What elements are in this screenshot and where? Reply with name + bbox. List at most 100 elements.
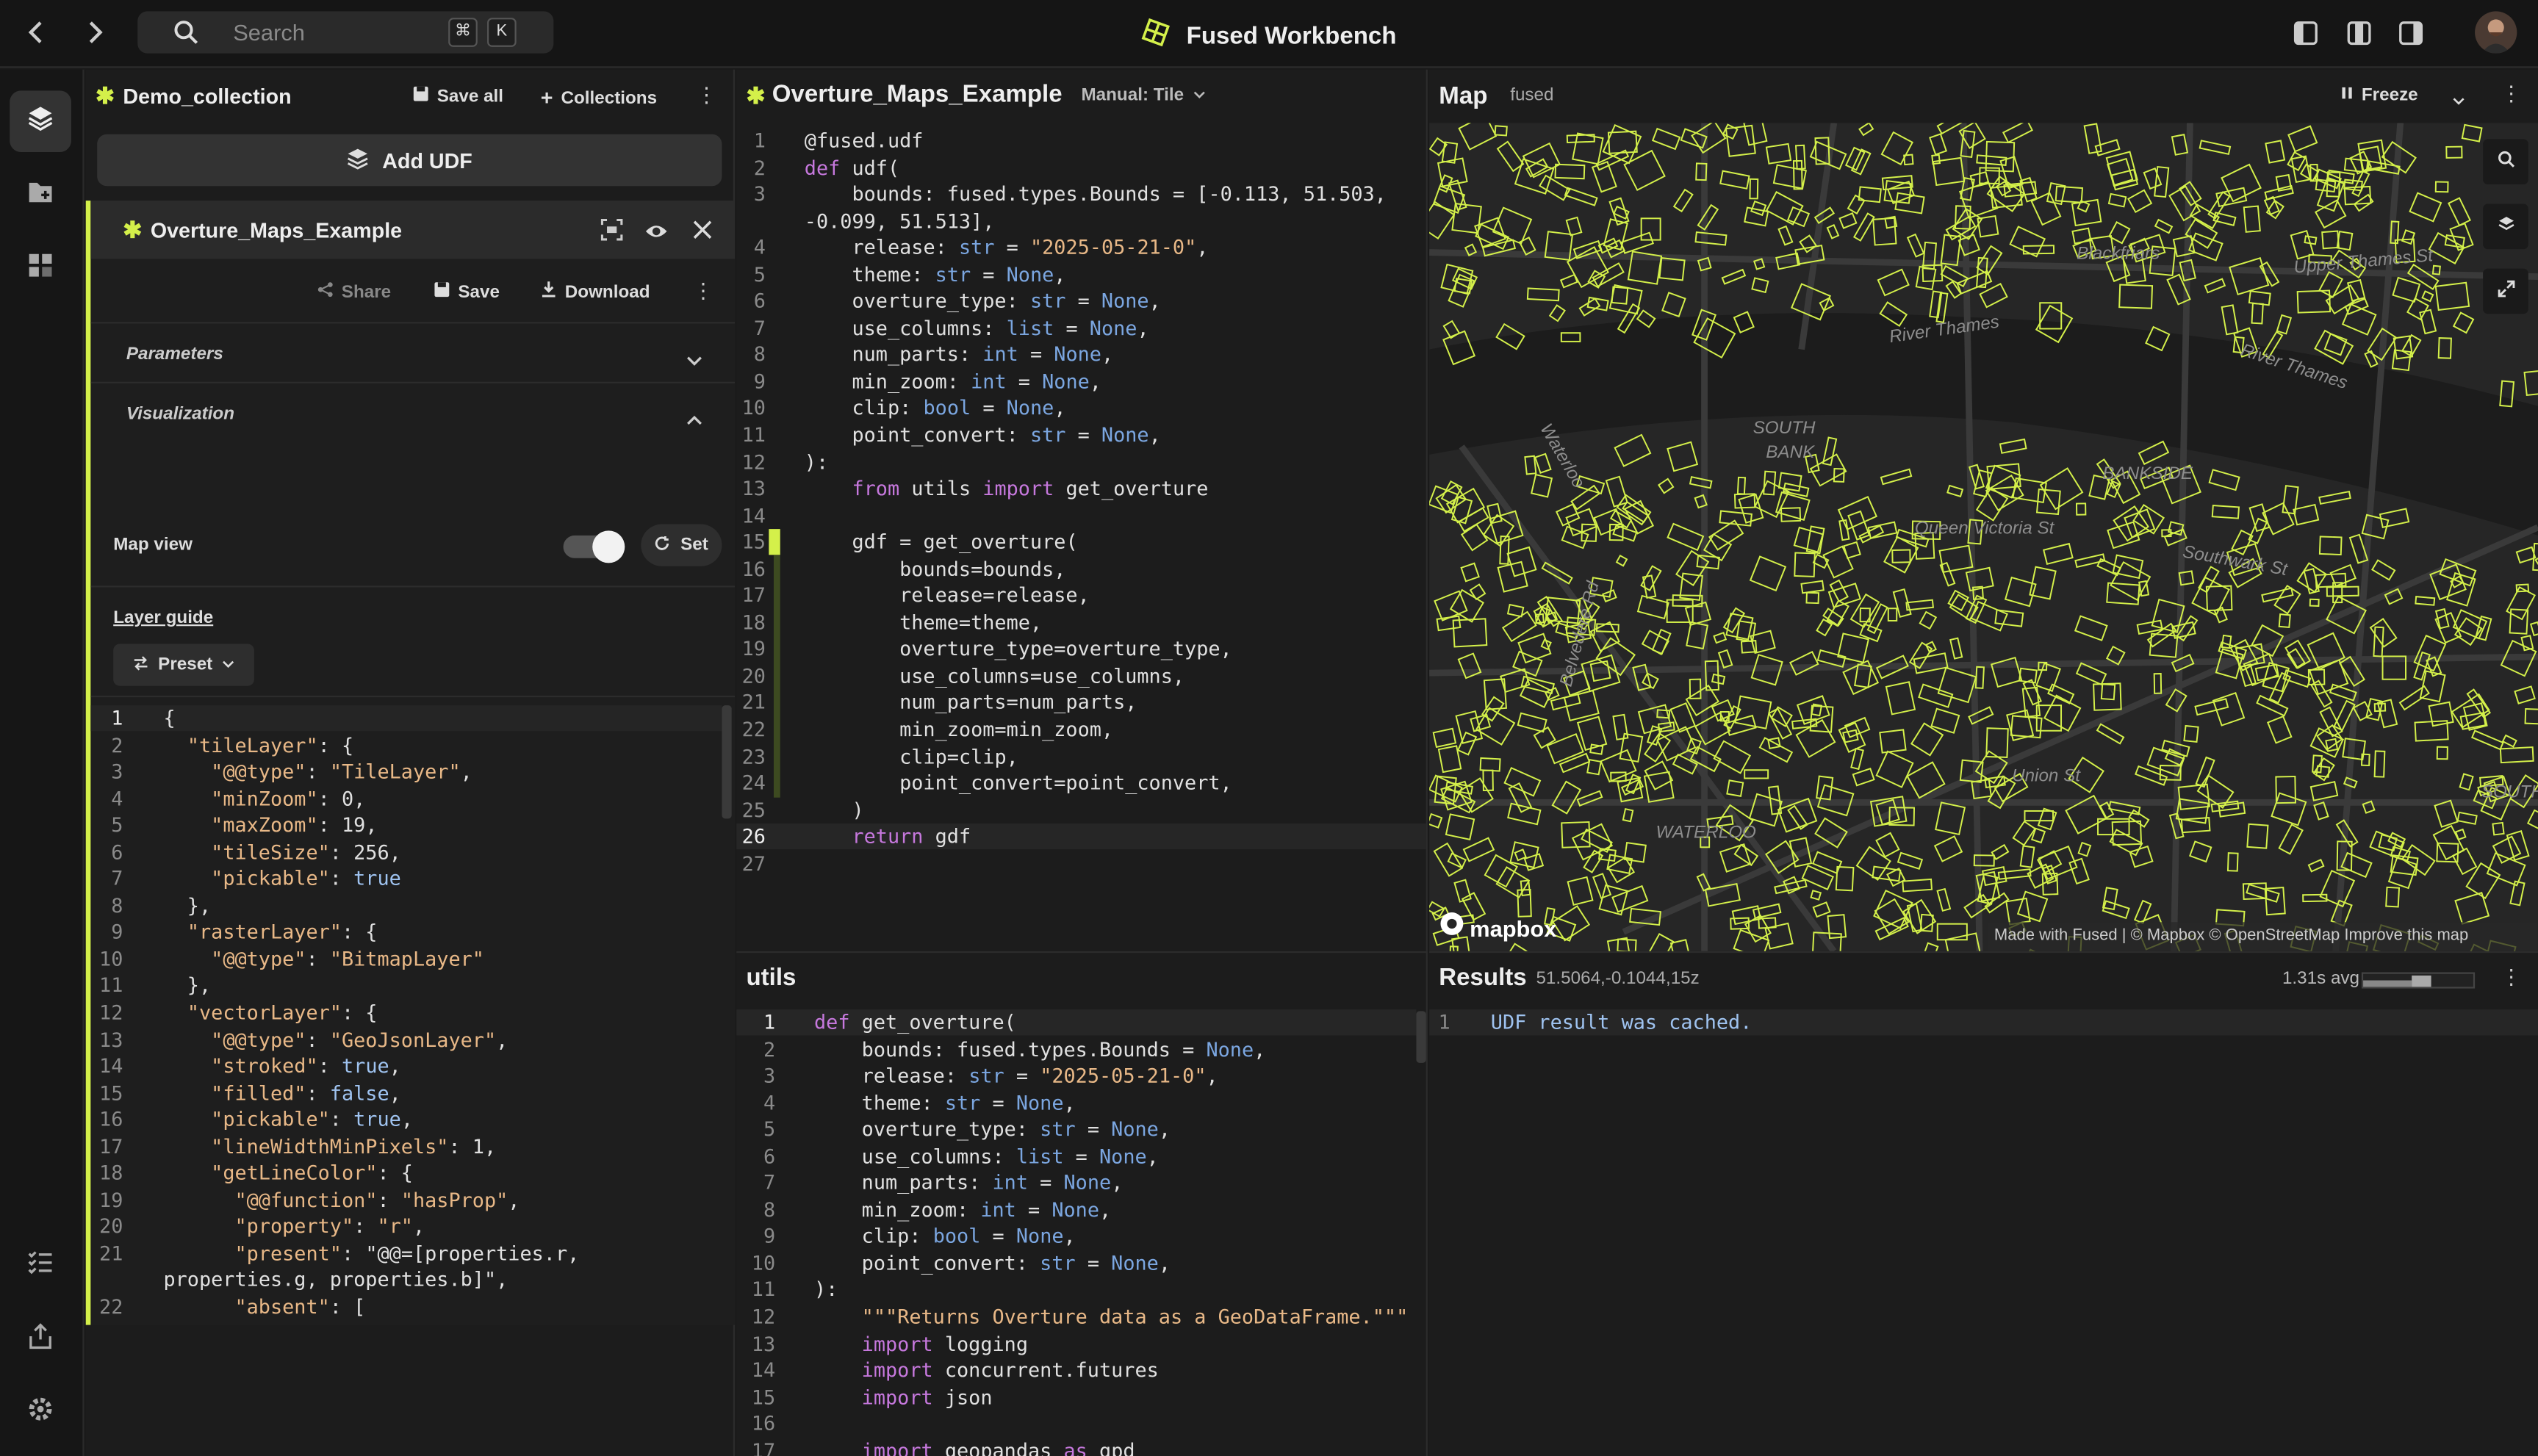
eye-icon[interactable] <box>644 220 669 249</box>
files-nav-button[interactable] <box>10 165 71 227</box>
building <box>2102 900 2130 920</box>
freeze-button[interactable]: Freeze <box>2340 86 2418 105</box>
jobs-nav-button[interactable] <box>10 1234 71 1296</box>
map-layers-button[interactable] <box>2483 203 2528 250</box>
layer-json-editor[interactable]: 1{2 "tileLayer": {3 "@@type": "TileLayer… <box>90 705 722 1327</box>
share-button[interactable]: Share <box>317 281 391 303</box>
udf-card-name: Overture_Maps_Example <box>150 218 403 243</box>
building <box>1497 561 1528 593</box>
forward-icon[interactable] <box>85 19 107 53</box>
building <box>1827 914 1847 940</box>
save-all-button[interactable]: Save all <box>413 86 503 107</box>
map-view-toggle[interactable] <box>563 530 625 563</box>
building <box>1932 156 1966 187</box>
chevron-down-icon[interactable] <box>2452 86 2465 115</box>
results-more-menu-icon[interactable]: ⋮ <box>2501 965 2522 990</box>
building <box>1930 707 1960 734</box>
collection-header: ✱ Demo_collection Save all + Collections… <box>86 70 733 121</box>
code-text: clip: bool = None, <box>852 397 1066 420</box>
code-line: 7 use_columns: list = None, <box>736 315 1426 342</box>
basemap-name[interactable]: fused <box>1510 86 1553 105</box>
building <box>1880 468 1913 486</box>
building <box>1658 257 1686 281</box>
building <box>2248 503 2271 533</box>
code-text: min_zoom=min_zoom, <box>899 718 1114 741</box>
code-text: num_parts=num_parts, <box>899 691 1137 715</box>
building <box>2037 807 2057 831</box>
json-scrollbar[interactable] <box>722 705 732 819</box>
building <box>2379 508 2410 528</box>
more-menu-icon[interactable]: ⋮ <box>696 82 717 108</box>
collections-button[interactable]: + Collections <box>541 86 657 110</box>
code-text: "vectorLayer": { <box>187 1001 378 1025</box>
building <box>1758 737 1794 763</box>
line-number: 9 <box>763 1225 776 1248</box>
layout-right-icon[interactable] <box>2399 21 2423 54</box>
share-nav-button[interactable] <box>10 1309 71 1371</box>
map-search-button[interactable] <box>2483 139 2528 185</box>
building <box>1457 507 1489 533</box>
line-number: 1 <box>763 1011 776 1034</box>
map-canvas[interactable]: River Thames River Thames SOUTH BANK BANKSID… <box>1429 123 2538 951</box>
building <box>1592 262 1625 288</box>
visualization-section[interactable]: Visualization <box>90 385 735 443</box>
building <box>2276 314 2293 335</box>
close-icon[interactable] <box>693 218 712 248</box>
building <box>2534 552 2538 567</box>
building <box>1946 484 1964 498</box>
building <box>1725 124 1756 157</box>
left-rail <box>0 69 85 1456</box>
line-number: 10 <box>741 397 766 420</box>
chevron-down-icon <box>1193 86 1207 105</box>
building <box>2002 123 2033 144</box>
code-line: 3 "@@type": "TileLayer", <box>90 759 722 785</box>
layout-center-icon[interactable] <box>2347 21 2371 54</box>
code-line: 9 "rasterLayer": { <box>90 920 722 946</box>
code-text: import concurrent.futures <box>861 1359 1159 1382</box>
building <box>1994 609 2024 627</box>
avatar[interactable] <box>2475 11 2517 54</box>
apps-nav-button[interactable] <box>10 238 71 300</box>
parameters-section[interactable]: Parameters <box>90 325 736 383</box>
layer-guide-link[interactable]: Layer guide <box>113 608 213 627</box>
building <box>2385 886 2401 908</box>
line-number: 18 <box>741 611 766 634</box>
set-button[interactable]: Set <box>641 524 722 566</box>
download-button[interactable]: Download <box>541 281 650 303</box>
code-text: release: str = "2025-05-21-0", <box>861 1064 1218 1088</box>
line-number: 1 <box>1438 1011 1450 1034</box>
settings-nav-button[interactable] <box>10 1382 71 1444</box>
map-attribution[interactable]: Made with Fused | © Mapbox © OpenStreetM… <box>1988 922 2538 951</box>
code-line: 3 bounds: fused.types.Bounds = [-0.113, … <box>736 181 1426 208</box>
search-input[interactable]: Search ⌘ K <box>137 11 554 54</box>
add-udf-button[interactable]: Add UDF <box>97 134 722 187</box>
code-text: { <box>163 707 176 730</box>
building <box>1985 727 2009 758</box>
building <box>2221 304 2239 336</box>
building <box>1935 801 1966 836</box>
building <box>1559 752 1591 774</box>
preset-dropdown[interactable]: Preset <box>113 644 254 686</box>
save-button[interactable]: Save <box>434 281 500 303</box>
utils-code-editor[interactable]: 1 def get_overture(2 bounds: fused.types.… <box>736 1009 1416 1456</box>
line-number: 1 <box>753 129 766 153</box>
building <box>1623 842 1647 863</box>
focus-frame-icon[interactable] <box>600 218 623 249</box>
map-more-menu-icon[interactable]: ⋮ <box>2501 81 2522 107</box>
building <box>2068 857 2090 885</box>
layers-icon <box>26 103 55 140</box>
building <box>1852 767 1875 787</box>
expand-icon <box>2497 277 2514 306</box>
udf-more-menu-icon[interactable]: ⋮ <box>693 278 714 304</box>
layout-left-icon[interactable] <box>2293 21 2318 54</box>
execution-mode-dropdown[interactable]: Manual: Tile <box>1081 86 1206 105</box>
udf-card-header[interactable]: ✱ Overture_Maps_Example <box>90 201 736 259</box>
code-line: 17 "lineWidthMinPixels": 1, <box>90 1134 722 1160</box>
building <box>2273 584 2301 615</box>
main-code-editor[interactable]: 1 @fused.udf 2 def udf(3 bounds: fused.type… <box>736 128 1426 945</box>
k-key-hint: K <box>487 18 517 47</box>
layers-nav-button[interactable] <box>10 90 71 153</box>
map-fullscreen-button[interactable] <box>2483 268 2528 314</box>
building <box>1847 194 1866 215</box>
back-icon[interactable] <box>26 19 48 53</box>
